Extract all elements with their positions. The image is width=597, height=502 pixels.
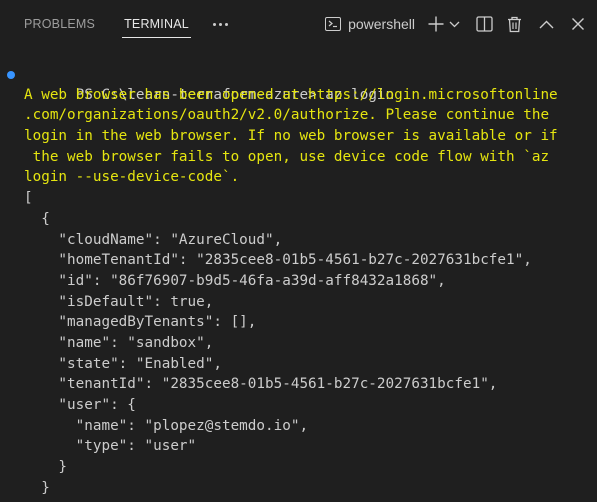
shell-selector-button[interactable]: powershell xyxy=(321,11,419,37)
split-terminal-icon[interactable] xyxy=(473,12,495,36)
output-line: "tenantId": "2835cee8-01b5-4561-b27c-202… xyxy=(24,376,498,393)
chevron-down-icon[interactable] xyxy=(447,12,461,36)
output-line: { xyxy=(24,210,50,227)
output-line: } xyxy=(24,459,68,476)
terminal-panel: PROBLEMS TERMINAL powershell PS C:\learn… xyxy=(0,0,597,502)
command-status-dot[interactable] xyxy=(7,70,15,79)
output-line: [ xyxy=(24,190,33,207)
output-line: } xyxy=(24,479,50,496)
output-line: "cloudName": "AzureCloud", xyxy=(24,231,283,248)
tab-problems[interactable]: PROBLEMS xyxy=(24,0,95,48)
terminal-icon xyxy=(325,17,342,31)
command-line: PS C:\learn-terraform-azure> az login xyxy=(0,64,597,103)
shell-label: powershell xyxy=(348,16,415,32)
close-icon[interactable] xyxy=(567,12,589,36)
more-actions-icon[interactable] xyxy=(209,0,233,48)
terminal-output[interactable]: PS C:\learn-terraform-azure> az login A … xyxy=(0,64,597,502)
output-line: "name": "sandbox", xyxy=(24,334,214,351)
output-line: "user": { xyxy=(24,397,136,413)
panel-tab-bar: PROBLEMS TERMINAL powershell xyxy=(0,0,597,48)
output-line: "isDefault": true, xyxy=(24,293,214,310)
output-line: "type": "user" xyxy=(24,438,197,455)
chevron-up-icon[interactable] xyxy=(535,12,557,36)
trash-icon[interactable] xyxy=(503,12,525,36)
message-line: login in the web browser. If no web brow… xyxy=(24,128,558,145)
output-line: "managedByTenants": [], xyxy=(24,314,257,331)
output-line: "id": "86f76907-b9d5-46fa-a39d-aff8432a1… xyxy=(24,272,446,289)
message-line: .com/organizations/oauth2/v2.0/authorize… xyxy=(24,107,550,124)
terminal-toolbar: powershell xyxy=(321,0,597,48)
tab-terminal[interactable]: TERMINAL xyxy=(122,0,191,48)
message-line: A web browser has been opened at https:/… xyxy=(24,86,558,103)
output-line: "name": "plopez@stemdo.io", xyxy=(24,417,309,434)
message-line: login --use-device-code`. xyxy=(24,169,240,186)
output-line: "state": "Enabled", xyxy=(24,355,222,372)
output-line: "homeTenantId": "2835cee8-01b5-4561-b27c… xyxy=(24,252,532,269)
message-line: the web browser fails to open, use devic… xyxy=(24,148,550,165)
new-terminal-icon[interactable] xyxy=(425,12,447,36)
